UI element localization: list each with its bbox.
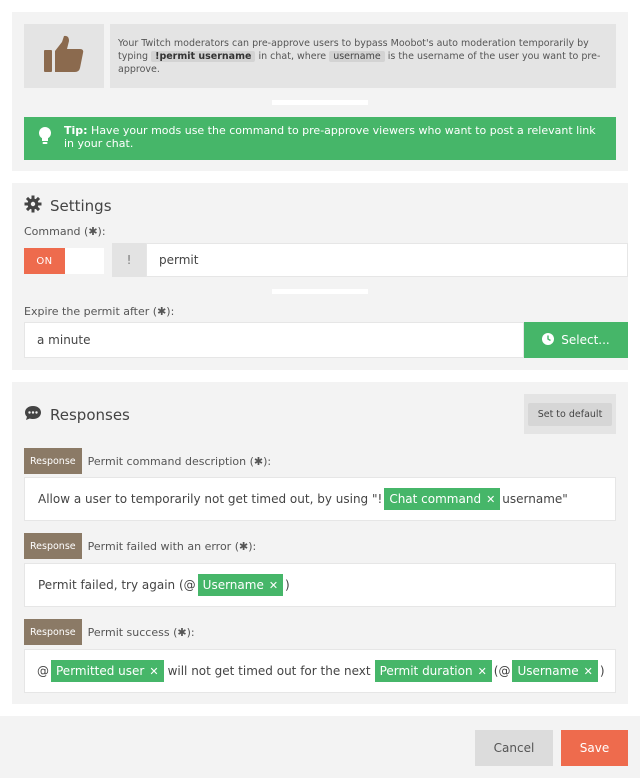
select-button-label: Select... — [561, 333, 610, 347]
responses-title: Responses — [24, 405, 130, 425]
command-label-text: Command ( — [24, 225, 89, 238]
username-chip[interactable]: Username ✕ — [197, 574, 284, 596]
username-code: username — [329, 51, 385, 62]
clock-icon — [542, 332, 555, 348]
settings-card: Settings Command (✱): ON ! permit — [12, 183, 628, 294]
response-label-text: Permit failed with an error ( — [87, 539, 239, 553]
expire-card: Expire the permit after (✱): a minute Se… — [12, 294, 628, 370]
dialog-footer: Cancel Save — [0, 716, 640, 778]
required-mark: ✱ — [239, 539, 249, 553]
cancel-button[interactable]: Cancel — [475, 730, 553, 766]
command-enabled-toggle[interactable]: ON — [24, 248, 104, 274]
tip-banner: Tip: Have your mods use the command to p… — [24, 117, 616, 160]
chat-command-chip[interactable]: Chat command ✕ — [384, 488, 501, 510]
response-tag: Response — [24, 448, 82, 474]
close-icon[interactable]: ✕ — [486, 493, 495, 506]
intro-thumb — [24, 24, 104, 88]
save-button[interactable]: Save — [561, 730, 628, 766]
response-success-input[interactable]: @ Permitted user ✕ will not get timed out… — [24, 649, 616, 693]
response-text: ) — [285, 578, 290, 592]
label-close: ): — [166, 305, 175, 318]
expire-input[interactable]: a minute — [24, 322, 524, 358]
close-icon[interactable]: ✕ — [269, 579, 278, 592]
close-icon[interactable]: ✕ — [149, 665, 158, 678]
label-close: ): — [248, 539, 257, 553]
required-mark: ✱ — [88, 225, 98, 238]
select-duration-button[interactable]: Select... — [524, 322, 628, 358]
response-label-text: Permit command description ( — [87, 454, 254, 468]
close-icon[interactable]: ✕ — [478, 665, 487, 678]
response-label: Permit failed with an error (✱): — [88, 540, 257, 553]
expire-label-text: Expire the permit after ( — [24, 305, 158, 318]
set-to-default-button[interactable]: Set to default — [524, 394, 616, 434]
tip-text: Have your mods use the command to pre-ap… — [64, 124, 596, 150]
chip-label: Username — [517, 664, 579, 678]
settings-title-text: Settings — [50, 197, 112, 215]
chip-label: Username — [202, 578, 264, 592]
tip-card: Tip: Have your mods use the command to p… — [12, 105, 628, 171]
response-description-row: Response Permit command description (✱): — [24, 448, 616, 474]
command-prefix: ! — [112, 243, 146, 277]
intro-card: Your Twitch moderators can pre-approve u… — [12, 12, 628, 105]
label-close: ): — [263, 454, 272, 468]
expire-label: Expire the permit after (✱): — [24, 305, 174, 318]
response-text: will not get timed out for the next — [167, 664, 371, 678]
response-text: Permit failed, try again (@ — [38, 578, 196, 592]
label-close: ): — [97, 225, 106, 238]
intro-text: Your Twitch moderators can pre-approve u… — [110, 24, 616, 88]
response-label: Permit success (✱): — [88, 626, 195, 639]
permit-duration-chip[interactable]: Permit duration ✕ — [374, 660, 492, 682]
response-text: username" — [502, 492, 568, 506]
response-text: Allow a user to temporarily not get time… — [38, 492, 383, 506]
speech-bubble-icon — [24, 405, 42, 425]
required-mark: ✱ — [253, 454, 264, 468]
responses-title-text: Responses — [50, 406, 130, 424]
expire-input-value: a minute — [37, 333, 91, 347]
permitted-user-chip[interactable]: Permitted user ✕ — [51, 660, 164, 682]
chip-label: Permitted user — [56, 664, 145, 678]
chip-label: Chat command — [389, 492, 482, 506]
permit-command-code: !permit username — [151, 51, 256, 62]
command-input-value: permit — [159, 253, 199, 267]
response-label: Permit command description (✱): — [88, 455, 272, 468]
gear-icon — [24, 195, 42, 217]
intro-text-part: in chat, where — [258, 51, 327, 62]
response-success-row: Response Permit success (✱): — [24, 619, 616, 645]
response-failed-input[interactable]: Permit failed, try again (@ Username ✕ ) — [24, 563, 616, 607]
chip-label: Permit duration — [379, 664, 473, 678]
username-chip[interactable]: Username ✕ — [512, 660, 598, 682]
command-input[interactable]: permit — [146, 243, 628, 277]
responses-card: Responses Set to default Response Permit… — [12, 382, 628, 704]
required-mark: ✱ — [157, 305, 167, 318]
set-to-default-label: Set to default — [527, 402, 613, 426]
response-text: @ — [37, 664, 49, 678]
toggle-on-label: ON — [24, 248, 65, 274]
close-icon[interactable]: ✕ — [584, 665, 593, 678]
response-tag: Response — [24, 533, 82, 559]
response-label-text: Permit success ( — [87, 625, 178, 639]
response-text: ) — [599, 664, 605, 678]
label-close: ): — [186, 625, 195, 639]
lightbulb-icon — [38, 126, 52, 149]
command-label: Command (✱): — [24, 225, 106, 238]
response-tag: Response — [24, 619, 82, 645]
thumbs-up-icon — [42, 34, 86, 78]
required-mark: ✱ — [177, 625, 187, 639]
tip-label: Tip: — [64, 124, 88, 137]
response-failed-row: Response Permit failed with an error (✱)… — [24, 533, 616, 559]
settings-title: Settings — [24, 195, 112, 217]
response-description-input[interactable]: Allow a user to temporarily not get time… — [24, 477, 616, 521]
response-text: (@ — [493, 664, 511, 678]
